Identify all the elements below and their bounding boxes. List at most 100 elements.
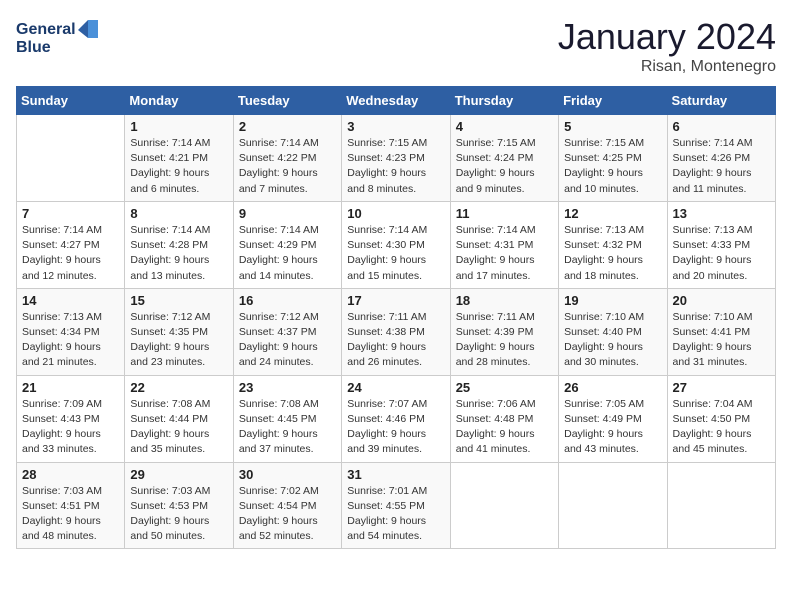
day-info: Sunrise: 7:14 AMSunset: 4:29 PMDaylight:…: [239, 223, 336, 284]
weekday-header-saturday: Saturday: [667, 87, 775, 115]
day-number: 12: [564, 206, 661, 221]
day-info: Sunrise: 7:14 AMSunset: 4:30 PMDaylight:…: [347, 223, 444, 284]
calendar-cell: 28Sunrise: 7:03 AMSunset: 4:51 PMDayligh…: [17, 462, 125, 549]
day-info: Sunrise: 7:13 AMSunset: 4:33 PMDaylight:…: [673, 223, 770, 284]
calendar-cell: 25 Sunrise: 7:06 AMSunset: 4:48 PMDayligh…: [450, 375, 558, 462]
svg-text:General: General: [16, 21, 76, 38]
calendar-cell: 21 Sunrise: 7:09 AMSunset: 4:43 PMDayligh…: [17, 375, 125, 462]
calendar-cell: 20 Sunrise: 7:10 AMSunset: 4:41 PMDayligh…: [667, 288, 775, 375]
day-number: 28: [22, 467, 119, 482]
calendar-cell: 29Sunrise: 7:03 AMSunset: 4:53 PMDayligh…: [125, 462, 233, 549]
calendar-cell: 30 Sunrise: 7:02 AMSunset: 4:54 PMDayligh…: [233, 462, 341, 549]
logo: GeneralBlue: [16, 16, 106, 58]
calendar-cell: 26 Sunrise: 7:05 AMSunset: 4:49 PMDayligh…: [559, 375, 667, 462]
day-info: Sunrise: 7:10 AMSunset: 4:41 PMDaylight:…: [673, 310, 770, 371]
day-info: Sunrise: 7:14 AMSunset: 4:21 PMDaylight:…: [130, 136, 227, 197]
weekday-header-wednesday: Wednesday: [342, 87, 450, 115]
calendar-cell: 14Sunrise: 7:13 AMSunset: 4:34 PMDayligh…: [17, 288, 125, 375]
calendar-cell: 3 Sunrise: 7:15 AMSunset: 4:23 PMDaylight…: [342, 115, 450, 202]
weekday-header-tuesday: Tuesday: [233, 87, 341, 115]
day-info: Sunrise: 7:15 AMSunset: 4:23 PMDaylight:…: [347, 136, 444, 197]
day-number: 31: [347, 467, 444, 482]
day-number: 15: [130, 293, 227, 308]
day-number: 8: [130, 206, 227, 221]
calendar-cell: 1 Sunrise: 7:14 AMSunset: 4:21 PMDaylight…: [125, 115, 233, 202]
calendar-cell: 8 Sunrise: 7:14 AMSunset: 4:28 PMDaylight…: [125, 201, 233, 288]
day-info: Sunrise: 7:15 AMSunset: 4:24 PMDaylight:…: [456, 136, 553, 197]
weekday-header-thursday: Thursday: [450, 87, 558, 115]
day-number: 27: [673, 380, 770, 395]
day-number: 9: [239, 206, 336, 221]
calendar-cell: 2 Sunrise: 7:14 AMSunset: 4:22 PMDaylight…: [233, 115, 341, 202]
calendar-cell: 24 Sunrise: 7:07 AMSunset: 4:46 PMDayligh…: [342, 375, 450, 462]
day-number: 6: [673, 119, 770, 134]
calendar-cell: 9 Sunrise: 7:14 AMSunset: 4:29 PMDaylight…: [233, 201, 341, 288]
calendar-cell: 12 Sunrise: 7:13 AMSunset: 4:32 PMDayligh…: [559, 201, 667, 288]
day-number: 1: [130, 119, 227, 134]
day-number: 18: [456, 293, 553, 308]
day-info: Sunrise: 7:05 AMSunset: 4:49 PMDaylight:…: [564, 397, 661, 458]
calendar-cell: 18 Sunrise: 7:11 AMSunset: 4:39 PMDayligh…: [450, 288, 558, 375]
day-info: Sunrise: 7:12 AMSunset: 4:35 PMDaylight:…: [130, 310, 227, 371]
calendar-cell: 31 Sunrise: 7:01 AMSunset: 4:55 PMDayligh…: [342, 462, 450, 549]
day-info: Sunrise: 7:08 AMSunset: 4:44 PMDaylight:…: [130, 397, 227, 458]
calendar-cell: 15 Sunrise: 7:12 AMSunset: 4:35 PMDayligh…: [125, 288, 233, 375]
day-number: 11: [456, 206, 553, 221]
calendar-cell: 6 Sunrise: 7:14 AMSunset: 4:26 PMDaylight…: [667, 115, 775, 202]
day-info: Sunrise: 7:11 AMSunset: 4:39 PMDaylight:…: [456, 310, 553, 371]
day-info: Sunrise: 7:12 AMSunset: 4:37 PMDaylight:…: [239, 310, 336, 371]
day-info: Sunrise: 7:10 AMSunset: 4:40 PMDaylight:…: [564, 310, 661, 371]
day-number: 25: [456, 380, 553, 395]
calendar-cell: 5 Sunrise: 7:15 AMSunset: 4:25 PMDaylight…: [559, 115, 667, 202]
title-block: January 2024 Risan, Montenegro: [558, 16, 776, 76]
page-header: GeneralBlue January 2024 Risan, Monteneg…: [16, 16, 776, 76]
day-number: 21: [22, 380, 119, 395]
day-number: 2: [239, 119, 336, 134]
calendar-cell: 11Sunrise: 7:14 AMSunset: 4:31 PMDayligh…: [450, 201, 558, 288]
weekday-header-row: SundayMondayTuesdayWednesdayThursdayFrid…: [17, 87, 776, 115]
calendar-cell: 22 Sunrise: 7:08 AMSunset: 4:44 PMDayligh…: [125, 375, 233, 462]
day-number: 22: [130, 380, 227, 395]
calendar-cell: [667, 462, 775, 549]
day-number: 20: [673, 293, 770, 308]
day-number: 13: [673, 206, 770, 221]
calendar-cell: 19 Sunrise: 7:10 AMSunset: 4:40 PMDayligh…: [559, 288, 667, 375]
day-info: Sunrise: 7:02 AMSunset: 4:54 PMDaylight:…: [239, 484, 336, 545]
day-number: 3: [347, 119, 444, 134]
day-number: 10: [347, 206, 444, 221]
day-number: 7: [22, 206, 119, 221]
day-info: Sunrise: 7:11 AMSunset: 4:38 PMDaylight:…: [347, 310, 444, 371]
calendar-week-row: 14Sunrise: 7:13 AMSunset: 4:34 PMDayligh…: [17, 288, 776, 375]
calendar-cell: 17 Sunrise: 7:11 AMSunset: 4:38 PMDayligh…: [342, 288, 450, 375]
day-info: Sunrise: 7:14 AMSunset: 4:22 PMDaylight:…: [239, 136, 336, 197]
day-info: Sunrise: 7:04 AMSunset: 4:50 PMDaylight:…: [673, 397, 770, 458]
day-info: Sunrise: 7:14 AMSunset: 4:28 PMDaylight:…: [130, 223, 227, 284]
day-info: Sunrise: 7:01 AMSunset: 4:55 PMDaylight:…: [347, 484, 444, 545]
day-number: 26: [564, 380, 661, 395]
day-number: 14: [22, 293, 119, 308]
calendar-cell: 10 Sunrise: 7:14 AMSunset: 4:30 PMDayligh…: [342, 201, 450, 288]
calendar-cell: [17, 115, 125, 202]
day-info: Sunrise: 7:13 AMSunset: 4:32 PMDaylight:…: [564, 223, 661, 284]
day-number: 24: [347, 380, 444, 395]
calendar-week-row: 7 Sunrise: 7:14 AMSunset: 4:27 PMDaylight…: [17, 201, 776, 288]
day-number: 16: [239, 293, 336, 308]
day-info: Sunrise: 7:14 AMSunset: 4:27 PMDaylight:…: [22, 223, 119, 284]
day-number: 4: [456, 119, 553, 134]
day-info: Sunrise: 7:07 AMSunset: 4:46 PMDaylight:…: [347, 397, 444, 458]
calendar-week-row: 21 Sunrise: 7:09 AMSunset: 4:43 PMDayligh…: [17, 375, 776, 462]
day-number: 30: [239, 467, 336, 482]
day-info: Sunrise: 7:09 AMSunset: 4:43 PMDaylight:…: [22, 397, 119, 458]
day-number: 5: [564, 119, 661, 134]
day-number: 23: [239, 380, 336, 395]
calendar-cell: 4 Sunrise: 7:15 AMSunset: 4:24 PMDaylight…: [450, 115, 558, 202]
day-number: 19: [564, 293, 661, 308]
calendar-table: SundayMondayTuesdayWednesdayThursdayFrid…: [16, 86, 776, 549]
day-number: 17: [347, 293, 444, 308]
calendar-cell: 23Sunrise: 7:08 AMSunset: 4:45 PMDayligh…: [233, 375, 341, 462]
day-info: Sunrise: 7:15 AMSunset: 4:25 PMDaylight:…: [564, 136, 661, 197]
day-info: Sunrise: 7:06 AMSunset: 4:48 PMDaylight:…: [456, 397, 553, 458]
location-title: Risan, Montenegro: [558, 58, 776, 76]
day-info: Sunrise: 7:14 AMSunset: 4:26 PMDaylight:…: [673, 136, 770, 197]
calendar-cell: 27 Sunrise: 7:04 AMSunset: 4:50 PMDayligh…: [667, 375, 775, 462]
